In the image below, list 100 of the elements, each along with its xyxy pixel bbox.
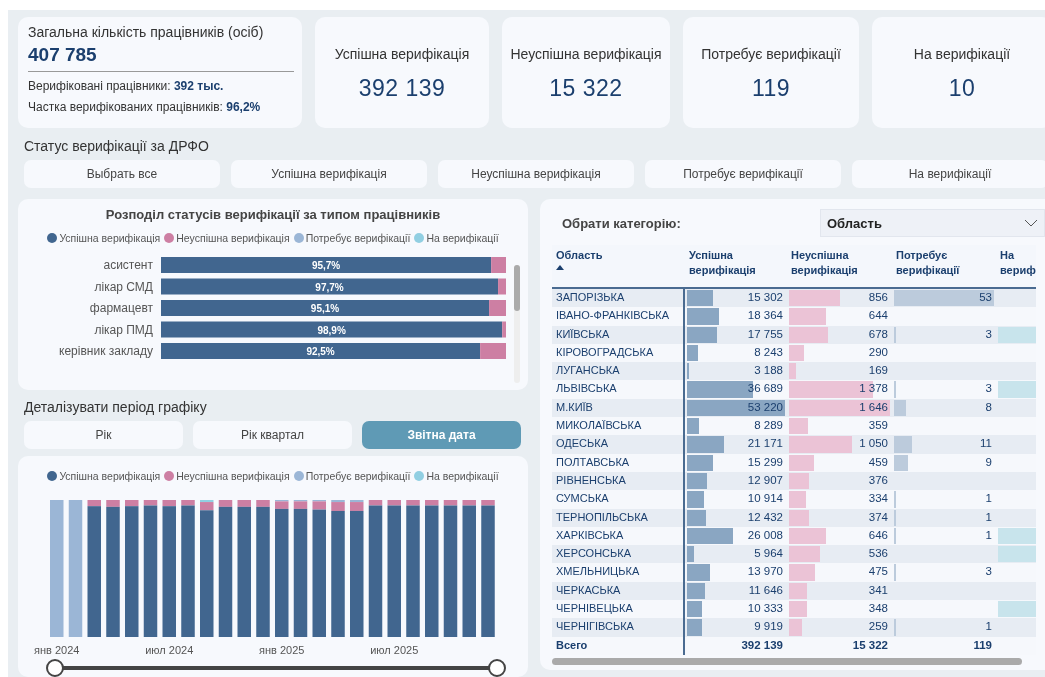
table-cell: 21 171 [685, 435, 787, 454]
value-label: 97,7% [315, 281, 344, 293]
section-title: Статус верифікації за ДРФО [24, 138, 210, 154]
table-cell: 1 378 [787, 380, 892, 399]
category-label: керівник закладу [59, 344, 153, 358]
table-cell: 856 [787, 289, 892, 308]
axis-label: янв 2025 [259, 644, 305, 656]
table-cell: 10 914 [685, 490, 787, 509]
table-cell: 8 [892, 398, 996, 418]
value-label: 92,5% [306, 346, 335, 357]
table-cell: 3 [892, 380, 996, 399]
filter-button[interactable]: Выбрать все [24, 160, 220, 188]
category-label: асистент [103, 258, 153, 272]
table-cell: 646 [787, 526, 892, 546]
table-cell: 26 008 [685, 526, 787, 546]
table-cell: 376 [787, 471, 892, 491]
share-text: Частка верифікованих працівників: 96,2% [28, 100, 262, 114]
table-cell: 12 907 [685, 471, 787, 491]
period-button[interactable]: Рік [24, 421, 183, 449]
legend-item: На верифікації [414, 470, 499, 482]
kpi-label: Неуспішна верифікація [510, 46, 662, 62]
axis-label: июл 2025 [370, 644, 419, 656]
table-cell: 3 [892, 563, 996, 582]
table-cell: 8 243 [685, 343, 787, 363]
table-cell: 459 [787, 453, 892, 472]
chart-title: Розподіл статусів верифікації за типом працівників [104, 206, 442, 222]
legend-item: На верифікації [414, 232, 499, 244]
table-cell: 536 [787, 545, 892, 564]
table-cell: 678 [787, 325, 892, 344]
kpi-value: 15 322 [549, 75, 623, 102]
legend-item: Потребує верифікації [293, 470, 411, 482]
legend-item: Потребує верифікації [293, 232, 411, 244]
legend-item: Успішна верифікація [47, 470, 161, 482]
table-cell: 169 [787, 362, 892, 381]
table-cell: 11 646 [685, 581, 787, 601]
table-cell: 1 [892, 508, 996, 527]
filter-button[interactable]: Успішна верифікація [231, 160, 427, 188]
verified-text: Верифіковані працівники: 392 тыс. [28, 79, 225, 93]
table-cell: 15 299 [685, 453, 787, 472]
table-cell: 3 [892, 325, 996, 344]
category-label: Обрати категорію: [561, 215, 682, 231]
kpi-label: Потребує верифікації [701, 46, 841, 62]
column-header[interactable]: Успішна верифікація [685, 245, 787, 287]
total-value: 407 785 [28, 44, 294, 72]
kpi-value: 392 139 [358, 75, 446, 102]
column-header[interactable]: Область [552, 245, 685, 287]
column-header[interactable]: Потребує верифікації [892, 245, 996, 287]
table-cell: 348 [787, 600, 892, 619]
table-cell: 18 364 [685, 307, 787, 326]
table-cell-text: 392 139 [740, 637, 784, 653]
table-cell: 475 [787, 563, 892, 582]
column-header[interactable]: На вериф [996, 245, 1036, 287]
table-cell: 3 188 [685, 362, 787, 381]
table-cell: 11 [892, 435, 996, 454]
column-header[interactable]: Неуспішна верифікація [787, 245, 892, 287]
period-button[interactable]: Рік квартал [193, 421, 352, 449]
value-label: 98,9% [317, 324, 346, 336]
table-cell: 290 [787, 343, 892, 363]
table-cell: 5 964 [685, 545, 787, 564]
category-label: фармацевт [89, 301, 153, 315]
filter-button[interactable]: На верифікації [852, 160, 1045, 188]
table-cell-text: 15 322 [851, 637, 889, 653]
table-cell: 53 220 [685, 398, 787, 418]
table-cell: 644 [787, 307, 892, 326]
table-cell: 12 432 [685, 508, 787, 527]
axis-label: янв 2024 [34, 644, 80, 656]
filter-button[interactable]: Потребує верифікації [645, 160, 841, 188]
table-cell: 1 [892, 526, 996, 546]
kpi-label: Успішна верифікація [334, 46, 470, 62]
kpi-value: 119 [751, 75, 791, 102]
table-cell: 374 [787, 508, 892, 527]
table-cell: 259 [787, 618, 892, 637]
table-cell: 359 [787, 417, 892, 436]
table-cell: 1 646 [787, 398, 892, 418]
axis-label: июл 2024 [145, 644, 194, 656]
category-dropdown[interactable]: Область [820, 209, 1045, 237]
table-cell: 9 919 [685, 618, 787, 637]
table-cell: 13 970 [685, 563, 787, 582]
card-title: Загальна кількість працівників (осіб) [28, 24, 265, 40]
value-label: 95,1% [310, 303, 340, 314]
section-title: Деталізувати період графіку [24, 399, 208, 415]
value-label: 95,7% [311, 260, 341, 271]
table-cell: 53 [892, 289, 996, 308]
kpi-value: 10 [948, 75, 976, 102]
table-cell: 1 050 [787, 435, 892, 454]
table-cell: Всего [552, 636, 685, 655]
kpi-label: На верифікації [913, 46, 1011, 62]
legend-item: Неуспішна верифікація [164, 232, 290, 244]
legend-item: Неуспішна верифікація [164, 470, 290, 482]
filter-button[interactable]: Неуспішна верифікація [438, 160, 634, 188]
table-cell: 334 [787, 490, 892, 509]
legend-item: Успішна верифікація [47, 232, 161, 244]
table-cell: 1 [892, 490, 996, 509]
table-cell: 1 [892, 618, 996, 637]
table-cell: 9 [892, 453, 996, 472]
table-cell: 8 289 [685, 417, 787, 436]
table-cell: 15 302 [685, 289, 787, 308]
table-cell: 10 333 [685, 600, 787, 619]
table-cell: 36 689 [685, 380, 787, 399]
table-cell-text: 119 [972, 637, 993, 653]
